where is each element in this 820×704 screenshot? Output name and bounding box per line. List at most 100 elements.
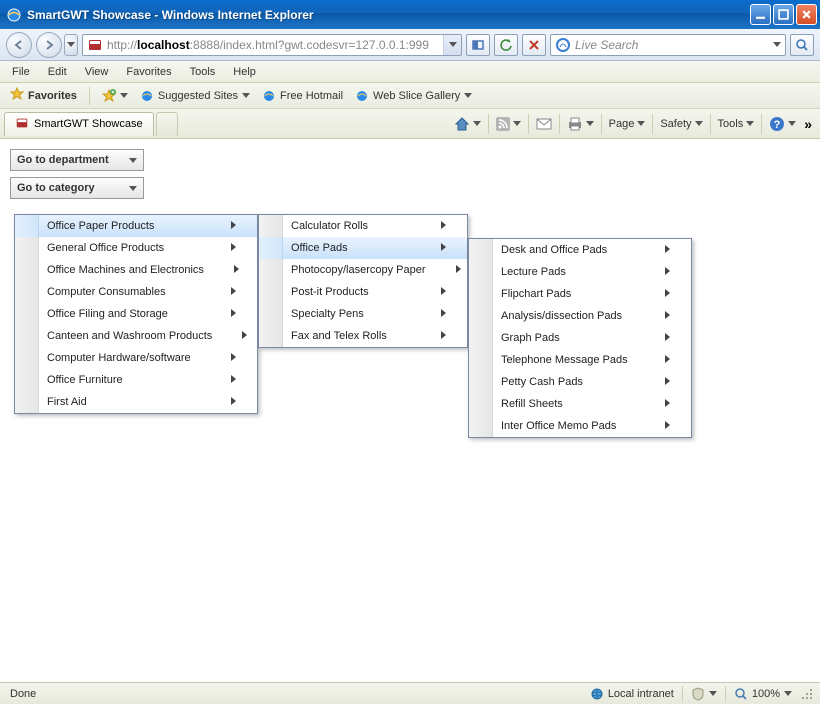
menu-favorites[interactable]: Favorites [118,64,179,80]
menu-item[interactable]: Fax and Telex Rolls [259,325,467,347]
menu-item[interactable]: Office Pads [259,237,467,259]
menu-gutter [15,281,39,303]
favorites-button[interactable]: Favorites [6,85,81,106]
print-button[interactable] [563,115,598,133]
menu-item[interactable]: Office Furniture [15,369,257,391]
menu-item[interactable]: Calculator Rolls [259,215,467,237]
department-dropdown[interactable]: Go to department [10,149,144,171]
tools-menu[interactable]: Tools [714,116,759,132]
safety-menu[interactable]: Safety [656,116,706,132]
submenu-arrow-icon [231,220,239,232]
menu-gutter [15,391,39,413]
menu-item-label: Computer Hardware/software [47,352,231,364]
menu-item[interactable]: Post-it Products [259,281,467,303]
zone-indicator[interactable]: Local intranet [586,687,678,701]
menu-item[interactable]: Telephone Message Pads [469,349,691,371]
help-button[interactable]: ? [765,114,800,134]
menu-gutter [469,239,493,261]
menu-gutter [259,215,283,237]
link-web-slice[interactable]: Web Slice Gallery [351,87,476,105]
status-text: Done [6,688,40,700]
menu-item[interactable]: Computer Consumables [15,281,257,303]
add-favorite-button[interactable] [98,87,132,105]
menu-gutter [15,303,39,325]
submenu-arrow-icon [665,420,673,432]
status-bar: Done Local intranet 100% [0,682,820,704]
menu-gutter [469,261,493,283]
submenu-arrow-icon [231,286,239,298]
menu-item[interactable]: Lecture Pads [469,261,691,283]
ie-icon [262,89,276,103]
menu-item[interactable]: General Office Products [15,237,257,259]
menu-item[interactable]: Office Machines and Electronics [15,259,257,281]
feeds-button[interactable] [492,115,525,133]
menu-item-label: Graph Pads [501,332,665,344]
menu-item[interactable]: Flipchart Pads [469,283,691,305]
menu-item-label: Inter Office Memo Pads [501,420,665,432]
menu-item-label: Calculator Rolls [291,220,441,232]
mail-button[interactable] [532,115,556,133]
address-dropdown[interactable] [443,35,461,55]
site-icon [15,116,29,133]
menu-item[interactable]: Analysis/dissection Pads [469,305,691,327]
search-box[interactable]: Live Search [550,34,786,56]
menu-item[interactable]: First Aid [15,391,257,413]
close-button[interactable] [796,4,817,25]
menu-item[interactable]: Inter Office Memo Pads [469,415,691,437]
menu-bar: File Edit View Favorites Tools Help [0,61,820,83]
search-go-button[interactable] [790,34,814,56]
minimize-button[interactable] [750,4,771,25]
home-icon [454,116,470,132]
menu-item-label: Petty Cash Pads [501,376,665,388]
link-suggested-sites[interactable]: Suggested Sites [136,87,254,105]
intranet-icon [590,687,604,701]
submenu-arrow-icon [665,398,673,410]
menu-edit[interactable]: Edit [40,64,75,80]
menu-item[interactable]: Desk and Office Pads [469,239,691,261]
category-dropdown[interactable]: Go to category [10,177,144,199]
forward-button[interactable] [36,32,62,58]
refresh-button[interactable] [494,34,518,56]
zoom-icon [734,687,748,701]
menu-item[interactable]: Office Paper Products [15,215,257,237]
menu-gutter [15,215,39,237]
menu-tools[interactable]: Tools [182,64,224,80]
menu-item[interactable]: Refill Sheets [469,393,691,415]
menu-item[interactable]: Photocopy/lasercopy Paper [259,259,467,281]
menu-item[interactable]: Specialty Pens [259,303,467,325]
home-button[interactable] [450,114,485,134]
menu-item[interactable]: Graph Pads [469,327,691,349]
menu-help[interactable]: Help [225,64,264,80]
menu-item[interactable]: Computer Hardware/software [15,347,257,369]
stop-button[interactable] [522,34,546,56]
menu-view[interactable]: View [77,64,117,80]
menu-file[interactable]: File [4,64,38,80]
star-icon [10,87,24,104]
link-free-hotmail[interactable]: Free Hotmail [258,87,347,105]
search-provider-dropdown[interactable] [769,42,785,47]
menu-gutter [15,259,39,281]
overflow-button[interactable]: » [800,116,816,132]
site-icon [87,37,103,53]
browser-tab[interactable]: SmartGWT Showcase [4,112,154,136]
favorites-bar: Favorites Suggested Sites Free Hotmail W… [0,83,820,109]
new-tab-button[interactable] [156,112,178,136]
menu-item-label: Office Pads [291,242,441,254]
back-button[interactable] [6,32,32,58]
page-menu[interactable]: Page [605,116,650,132]
submenu-arrow-icon [234,264,239,276]
menu-item[interactable]: Office Filing and Storage [15,303,257,325]
menu-item[interactable]: Petty Cash Pads [469,371,691,393]
maximize-button[interactable] [773,4,794,25]
submenu-arrow-icon [441,330,449,342]
address-bar[interactable]: http://localhost:8888/index.html?gwt.cod… [82,34,462,56]
resize-grip[interactable] [800,687,814,701]
zoom-control[interactable]: 100% [730,687,796,701]
menu-item[interactable]: Canteen and Washroom Products [15,325,257,347]
submenu-arrow-icon [441,286,449,298]
recent-pages-dropdown[interactable] [64,34,78,56]
submenu-arrow-icon [231,374,239,386]
protected-mode-indicator[interactable] [687,687,721,701]
compat-view-button[interactable] [466,34,490,56]
rss-icon [496,117,510,131]
